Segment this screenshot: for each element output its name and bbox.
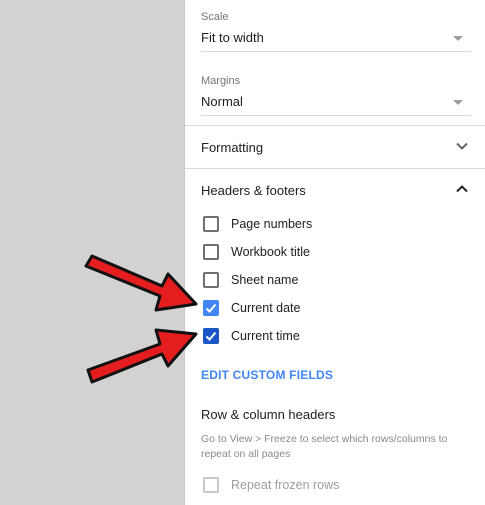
checkbox-label: Workbook title [231,245,310,259]
formatting-section-header[interactable]: Formatting [185,126,485,168]
checkbox-workbook-title[interactable]: Workbook title [201,242,471,264]
checkbox-unchecked-icon [203,244,219,260]
dropdown-arrow-icon [453,100,463,105]
checkbox-current-time[interactable]: Current time [201,326,471,348]
chevron-down-icon [456,142,468,150]
edit-custom-fields-link[interactable]: EDIT CUSTOM FIELDS [201,368,333,382]
red-arrow-annotation-icon [84,254,198,312]
checkbox-sheet-name[interactable]: Sheet name [201,270,471,292]
checkbox-label: Current date [231,301,301,315]
headers-footers-title: Headers & footers [201,183,306,198]
red-arrow-annotation-icon [86,328,198,384]
scale-label: Scale [201,11,229,23]
checkbox-unchecked-icon [203,216,219,232]
formatting-title: Formatting [201,140,264,155]
chevron-up-icon [456,185,468,193]
print-settings-panel: Scale Fit to width Margins Normal Format… [184,0,485,505]
checkbox-repeat-frozen-rows[interactable]: Repeat frozen rows [201,475,471,497]
scale-value: Fit to width [201,30,264,45]
dropdown-arrow-icon [453,36,463,41]
checkbox-page-numbers[interactable]: Page numbers [201,214,471,236]
checkbox-unchecked-icon [203,272,219,288]
row-column-headers-title: Row & column headers [201,407,336,422]
checkbox-unchecked-icon [203,477,219,493]
headers-footers-section-header[interactable]: Headers & footers [185,169,485,209]
scale-select[interactable]: Fit to width [201,26,471,52]
checkbox-label: Current time [231,329,300,343]
margins-select[interactable]: Normal [201,90,471,116]
checkbox-label: Repeat frozen rows [231,478,340,492]
checkbox-label: Sheet name [231,273,299,287]
row-column-headers-help: Go to View > Freeze to select which rows… [201,433,448,460]
checkbox-current-date[interactable]: Current date [201,298,471,320]
margins-label: Margins [201,75,241,87]
checkbox-checked-icon [203,300,219,316]
margins-value: Normal [201,94,243,109]
checkbox-label: Page numbers [231,217,313,231]
checkbox-checked-icon [203,328,219,344]
